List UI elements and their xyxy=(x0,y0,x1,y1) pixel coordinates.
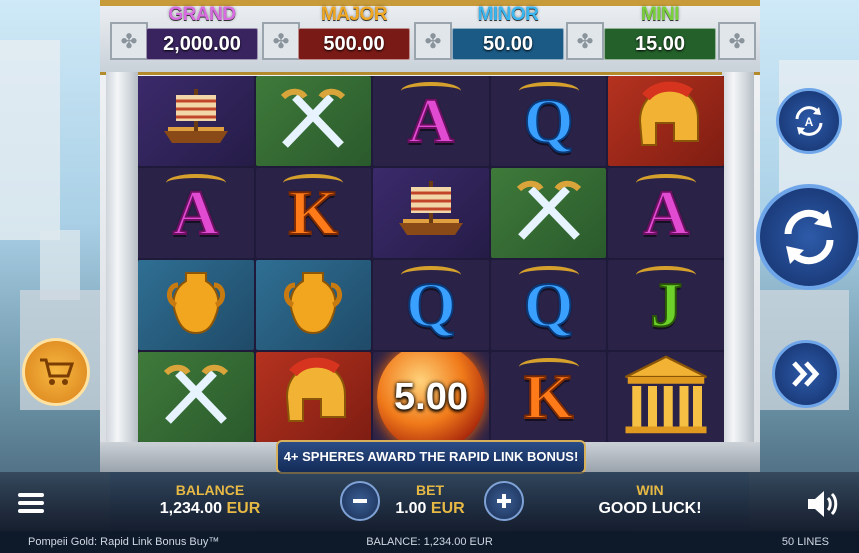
jackpot-value: 50.00 xyxy=(452,28,564,60)
jackpot-value: 2,000.00 xyxy=(146,28,258,60)
laurel-decoration xyxy=(636,266,697,284)
balance-value: 1,234.00 EUR xyxy=(159,500,261,517)
reel-cell xyxy=(608,76,724,166)
laurel-decoration xyxy=(165,174,226,192)
jackpot-label: MINI xyxy=(640,4,680,25)
spin-button[interactable] xyxy=(756,184,859,290)
pillar-left xyxy=(106,72,138,452)
reel-cell: Q xyxy=(490,260,607,350)
helmet-symbol xyxy=(273,355,353,440)
autoplay-icon: A xyxy=(795,106,823,136)
reel-cell xyxy=(138,260,254,350)
win-value: GOOD LUCK! xyxy=(598,500,702,517)
frieze-ornament: ✤ xyxy=(262,22,300,60)
turbo-button[interactable] xyxy=(772,340,840,408)
reel-cell xyxy=(255,352,372,442)
speaker-icon xyxy=(808,491,838,517)
crossed-swords-symbol xyxy=(156,355,236,440)
frieze-ornament: ✤ xyxy=(566,22,604,60)
jackpot-label: GRAND xyxy=(168,4,236,25)
plus-icon xyxy=(497,494,511,508)
jackpot-label: MINOR xyxy=(477,4,539,25)
laurel-decoration xyxy=(400,266,461,284)
amphora-symbol xyxy=(156,263,236,348)
jackpot-mini: MINI 15.00 xyxy=(604,4,716,60)
background-left xyxy=(0,0,110,553)
reel-cell xyxy=(373,168,489,258)
reel-cell: J xyxy=(608,260,724,350)
jackpot-major: MAJOR 500.00 xyxy=(298,4,410,60)
laurel-decoration xyxy=(636,174,697,192)
ship-symbol xyxy=(391,171,471,256)
sphere-symbol: 5.00 xyxy=(376,352,485,442)
status-lines: 50 LINES xyxy=(781,536,829,548)
jackpot-label: MAJOR xyxy=(320,4,388,25)
spin-icon xyxy=(784,209,834,265)
reel-cell xyxy=(608,352,724,442)
bet-decrease-button[interactable] xyxy=(340,481,380,521)
amphora-symbol xyxy=(273,263,353,348)
bet-value: 1.00 EUR xyxy=(395,500,465,517)
status-balance: BALANCE: 1,234.00 EUR xyxy=(366,536,493,548)
frieze-ornament: ✤ xyxy=(718,22,756,60)
crossed-swords-symbol xyxy=(509,171,589,256)
ship-symbol xyxy=(156,79,236,164)
status-bar: Pompeii Gold: Rapid Link Bonus Buy™ BALA… xyxy=(0,531,859,553)
laurel-decoration xyxy=(518,266,579,284)
reel-cell: 5.00 xyxy=(373,352,489,442)
jackpot-minor: MINOR 50.00 xyxy=(452,4,564,60)
buy-bonus-button[interactable] xyxy=(22,338,90,406)
laurel-decoration xyxy=(518,82,579,100)
reel-cell: Q xyxy=(373,260,489,350)
crossed-swords-symbol xyxy=(273,79,353,164)
jackpot-value: 15.00 xyxy=(604,28,716,60)
svg-text:A: A xyxy=(805,115,814,129)
bet-increase-button[interactable] xyxy=(484,481,524,521)
sphere-value: 5.00 xyxy=(394,375,468,418)
bet-label: BET xyxy=(416,482,444,498)
helmet-symbol xyxy=(626,79,706,164)
laurel-decoration xyxy=(518,358,579,376)
sound-button[interactable] xyxy=(802,486,842,522)
frieze-ornament: ✤ xyxy=(414,22,452,60)
jackpot-grand: GRAND 2,000.00 xyxy=(146,4,258,60)
autoplay-button[interactable]: A xyxy=(776,88,842,154)
reel-cell xyxy=(490,168,607,258)
menu-icon xyxy=(18,493,44,513)
temple-symbol xyxy=(616,352,716,442)
reel-cell: A xyxy=(138,168,254,258)
reel-cell xyxy=(138,352,254,442)
laurel-decoration xyxy=(283,174,344,192)
laurel-decoration xyxy=(400,82,461,100)
reel-cell: Q xyxy=(490,76,607,166)
reel-cell xyxy=(255,260,372,350)
cart-icon xyxy=(40,358,74,385)
reel-cell xyxy=(255,76,372,166)
minus-icon xyxy=(353,499,367,503)
reel-grid: A Q A K A Q Q J 5.00 K xyxy=(138,76,724,442)
info-banner: 4+ SPHERES AWARD THE RAPID LINK BONUS! xyxy=(276,440,586,474)
win-label: WIN xyxy=(636,482,664,498)
frieze-ornament: ✤ xyxy=(110,22,148,60)
reel-cell: K xyxy=(255,168,372,258)
pillar-right xyxy=(722,72,754,452)
balance-label: BALANCE xyxy=(175,482,245,498)
reel-cell xyxy=(138,76,254,166)
reel-cell: K xyxy=(490,352,607,442)
reel-cell: A xyxy=(608,168,724,258)
fast-forward-icon xyxy=(792,361,820,387)
jackpot-value: 500.00 xyxy=(298,28,410,60)
menu-button[interactable] xyxy=(16,488,46,518)
reel-cell: A xyxy=(373,76,489,166)
